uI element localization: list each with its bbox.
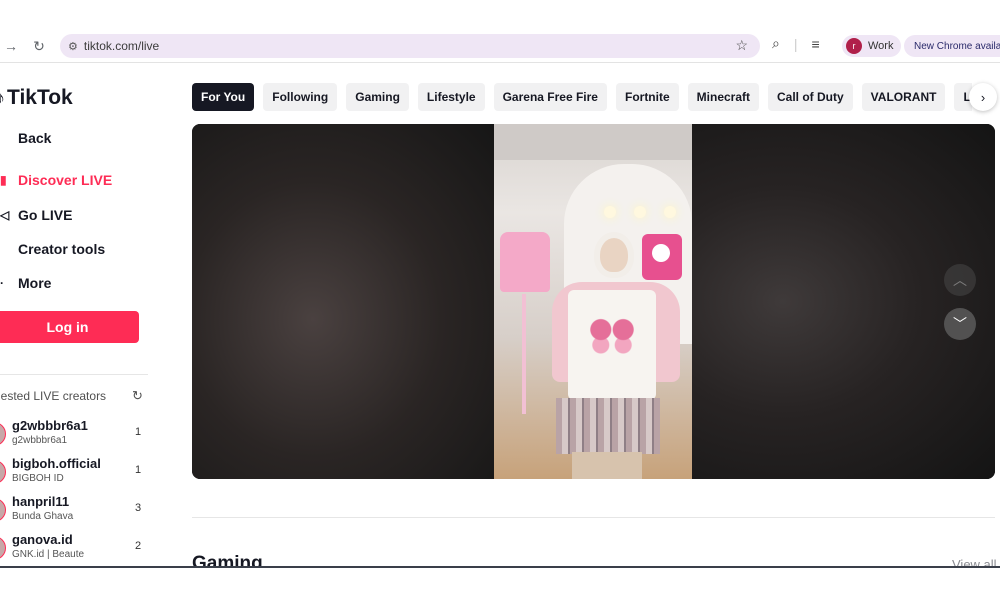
sidebar-item-label: Back bbox=[18, 130, 52, 146]
profile-avatar: r bbox=[846, 38, 862, 54]
creator-item[interactable]: g2wbbbr6a1 g2wbbbr6a1 1 bbox=[0, 418, 150, 454]
creator-name: g2wbbbr6a1 bbox=[12, 418, 88, 433]
creator-name: ganova.id bbox=[12, 532, 73, 547]
creator-subtitle: Bunda Ghava bbox=[12, 511, 74, 522]
blurred-backdrop-left bbox=[192, 124, 494, 479]
sidebar-item-label: More bbox=[18, 275, 52, 291]
video-scene-skirt bbox=[556, 398, 660, 454]
live-video-frame[interactable] bbox=[494, 124, 692, 479]
tab-following[interactable]: Following bbox=[263, 83, 338, 111]
update-label: New Chrome availab bbox=[914, 40, 1000, 52]
sidebar-item-label: Creator tools bbox=[18, 241, 106, 257]
tab-minecraft[interactable]: Minecraft bbox=[687, 83, 759, 111]
tab-lifestyle[interactable]: Lifestyle bbox=[417, 83, 485, 111]
tiktok-logo[interactable]: ♪ TikTok bbox=[0, 86, 73, 110]
forward-icon[interactable]: → bbox=[0, 35, 22, 57]
reading-list-icon[interactable]: ≡ bbox=[811, 36, 819, 52]
live-icon: ▮ bbox=[0, 173, 7, 187]
content-divider bbox=[192, 517, 995, 518]
address-bar[interactable]: ⚙ tiktok.com/live ☆ bbox=[60, 34, 760, 58]
tab-call-of-duty[interactable]: Call of Duty bbox=[768, 83, 853, 111]
site-settings-icon[interactable]: ⚙ bbox=[68, 40, 78, 53]
video-scene-light bbox=[664, 206, 676, 218]
profile-chip[interactable]: r Work bbox=[842, 35, 902, 57]
creator-item[interactable]: bigboh.official BIGBOH ID 1 bbox=[0, 456, 150, 492]
tab-for-you[interactable]: For You bbox=[192, 83, 255, 111]
category-tabs: For You Following Gaming Lifestyle Garen… bbox=[192, 83, 972, 111]
sidebar: ♪ TikTok Back ▮ Discover LIVE ◁ Go LIVE … bbox=[0, 64, 160, 568]
sidebar-item-back[interactable]: Back bbox=[0, 130, 51, 146]
sidebar-divider bbox=[0, 374, 148, 375]
video-scene-light bbox=[604, 206, 616, 218]
creator-viewer-count: 1 bbox=[135, 464, 142, 476]
profile-label: Work bbox=[868, 40, 894, 52]
video-scene-pole bbox=[522, 294, 526, 414]
window-top bbox=[0, 0, 1000, 32]
creator-item[interactable]: hanpril11 Bunda Ghava 3 bbox=[0, 494, 150, 530]
chevron-up-icon[interactable]: ︿ bbox=[944, 264, 976, 296]
tab-garena-free-fire[interactable]: Garena Free Fire bbox=[493, 83, 607, 111]
toolbar-separator: | bbox=[793, 35, 798, 52]
sidebar-item-go-live[interactable]: ◁ Go LIVE bbox=[0, 207, 72, 223]
creator-subtitle: BIGBOH ID bbox=[12, 473, 64, 484]
creator-subtitle: GNK.id | Beaute bbox=[12, 549, 85, 560]
chevron-icon: · bbox=[0, 276, 4, 290]
tiktok-note-icon: ♪ bbox=[0, 87, 5, 108]
creator-subtitle: g2wbbbr6a1 bbox=[12, 435, 68, 446]
video-scene-head bbox=[594, 232, 634, 278]
sidebar-item-creator-tools[interactable]: Creator tools bbox=[0, 241, 105, 257]
video-scene-butterfly bbox=[584, 312, 640, 356]
chevron-right-icon[interactable]: › bbox=[969, 83, 997, 111]
sidebar-item-more[interactable]: · More bbox=[0, 275, 51, 291]
sidebar-item-label: Go LIVE bbox=[18, 207, 73, 223]
video-scene-light bbox=[634, 206, 646, 218]
login-button[interactable]: Log in bbox=[0, 311, 139, 343]
tab-valorant[interactable]: VALORANT bbox=[861, 83, 946, 111]
camera-icon: ◁ bbox=[0, 208, 10, 222]
video-scene-ceiling bbox=[494, 124, 692, 160]
chevron-down-icon[interactable]: ﹀ bbox=[944, 308, 976, 340]
creator-viewer-count: 1 bbox=[135, 426, 142, 438]
tab-fortnite[interactable]: Fortnite bbox=[615, 83, 679, 111]
creator-item[interactable]: ganova.id GNK.id | Beaute 2 bbox=[0, 532, 150, 568]
toolbar-actions: ⌕ | ≡ bbox=[772, 35, 820, 52]
sidebar-item-discover-live[interactable]: ▮ Discover LIVE bbox=[0, 172, 112, 188]
refresh-icon[interactable]: ↻ bbox=[132, 388, 143, 404]
toolbar-divider bbox=[0, 62, 1000, 63]
video-scene-legs bbox=[572, 452, 642, 479]
lens-search-icon[interactable]: ⌕ bbox=[772, 35, 780, 52]
tab-gaming[interactable]: Gaming bbox=[346, 83, 409, 111]
chrome-update-chip[interactable]: New Chrome availab bbox=[904, 35, 1000, 57]
bookmark-star-icon[interactable]: ☆ bbox=[735, 37, 748, 54]
reload-icon[interactable]: ↻ bbox=[28, 35, 50, 57]
creator-viewer-count: 2 bbox=[135, 540, 142, 552]
sidebar-item-label: Discover LIVE bbox=[18, 172, 113, 188]
creator-name: hanpril11 bbox=[12, 494, 70, 509]
video-scene-shirt bbox=[500, 232, 550, 292]
creator-viewer-count: 3 bbox=[135, 502, 142, 514]
live-player[interactable] bbox=[192, 124, 995, 479]
suggested-creators-title: gested LIVE creators bbox=[0, 389, 107, 403]
browser-toolbar: → ↻ ⚙ tiktok.com/live ☆ ⌕ | ≡ r Work New… bbox=[0, 32, 1000, 60]
url-text[interactable]: tiktok.com/live bbox=[84, 39, 159, 53]
creator-avatar bbox=[0, 460, 6, 484]
blurred-backdrop-right bbox=[692, 124, 995, 479]
creator-avatar bbox=[0, 422, 6, 446]
creator-name: bigboh.official bbox=[12, 456, 101, 471]
creator-avatar bbox=[0, 536, 6, 560]
bottom-blank bbox=[0, 568, 1000, 600]
video-scene-flower bbox=[652, 244, 670, 262]
logo-text: TikTok bbox=[7, 86, 73, 109]
creator-avatar bbox=[0, 498, 6, 522]
